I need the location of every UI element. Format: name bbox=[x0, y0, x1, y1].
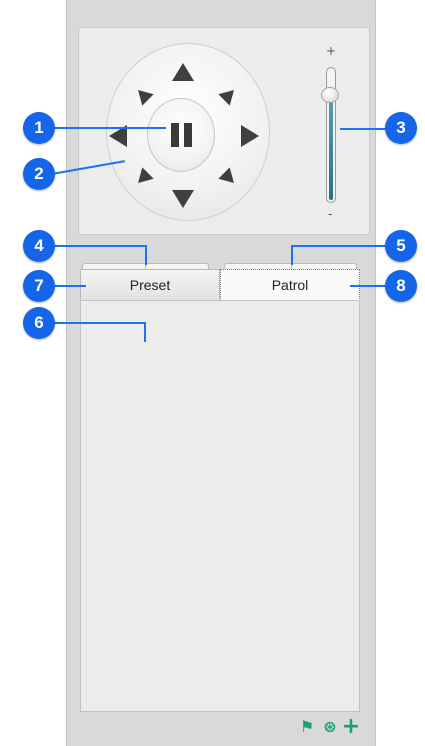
callout-line-5b bbox=[291, 245, 293, 265]
pause-icon bbox=[171, 123, 193, 147]
tab-patrol[interactable]: Patrol bbox=[220, 269, 360, 301]
tab-patrol-label: Patrol bbox=[271, 277, 309, 293]
callout-line-1 bbox=[46, 127, 166, 129]
callout-line-4a bbox=[46, 245, 146, 247]
camera-patrol-icon[interactable]: ⊛ bbox=[320, 714, 340, 738]
callout-line-6a bbox=[46, 322, 146, 324]
callout-line-3 bbox=[340, 128, 388, 130]
callout-badge-5: 5 bbox=[385, 230, 417, 262]
callout-badge-2: 2 bbox=[23, 158, 55, 190]
callout-badge-8: 8 bbox=[385, 270, 417, 302]
tab-preset-label: Preset bbox=[129, 277, 171, 293]
callout-badge-3: 3 bbox=[385, 112, 417, 144]
callout-badge-1: 1 bbox=[23, 112, 55, 144]
arrow-right-icon[interactable] bbox=[241, 125, 259, 147]
arrow-up-icon[interactable] bbox=[172, 63, 194, 81]
callout-badge-4: 4 bbox=[23, 230, 55, 262]
zoom-slider-minus-label: - bbox=[328, 207, 333, 221]
callout-badge-7: 7 bbox=[23, 270, 55, 302]
callout-line-8 bbox=[350, 285, 390, 287]
list-area bbox=[80, 300, 360, 712]
route-icon[interactable]: ⚑ bbox=[297, 714, 317, 738]
zoom-slider-thumb[interactable] bbox=[321, 87, 339, 103]
callout-line-4b bbox=[145, 245, 147, 265]
zoom-slider-fill bbox=[329, 96, 333, 200]
callout-line-6b bbox=[144, 322, 146, 342]
zoom-slider-plus-label: + bbox=[326, 44, 337, 58]
tab-preset[interactable]: Preset bbox=[80, 269, 220, 301]
callout-badge-6: 6 bbox=[23, 307, 55, 339]
add-icon[interactable]: + bbox=[341, 714, 361, 739]
arrow-down-icon[interactable] bbox=[172, 190, 194, 208]
callout-line-5a bbox=[291, 245, 391, 247]
